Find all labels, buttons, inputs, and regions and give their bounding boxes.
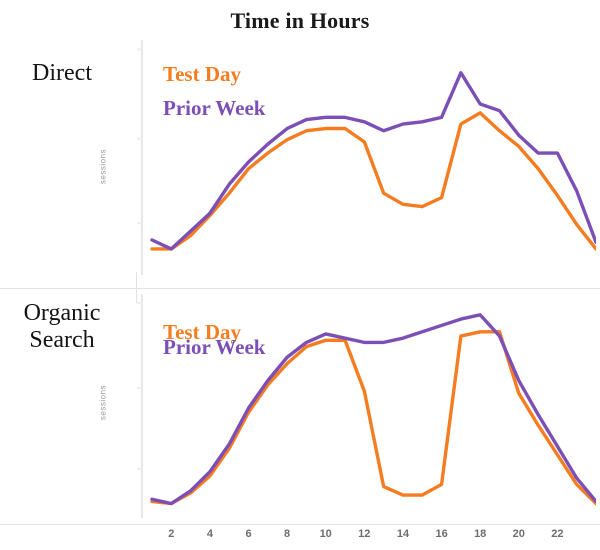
panel-divider-vertical-top [136, 272, 137, 289]
legend-direct-prior-week: Prior Week [163, 96, 266, 120]
row-label-direct-text: Direct [32, 60, 92, 86]
row-label-organic-line1: Organic [23, 300, 101, 326]
x-tick-label-12: 12 [358, 528, 371, 540]
series-line-test-day [150, 111, 596, 251]
x-tick-label-22: 22 [551, 528, 564, 540]
legend-direct-test-day: Test Day [163, 62, 241, 86]
x-tick-label-2: 2 [168, 528, 175, 540]
x-axis-tick-labels: 2 4 6 8 10 12 14 16 18 20 22 [136, 528, 596, 546]
x-tick-label-10: 10 [319, 528, 332, 540]
x-tick-label-18: 18 [474, 528, 487, 540]
x-tick-label-14: 14 [396, 528, 410, 540]
x-axis-rule [0, 524, 600, 525]
x-tick-label-4: 4 [206, 528, 213, 540]
chart-figure: Time in Hours Direct Organic Search sess… [0, 0, 600, 550]
panel-divider [0, 288, 600, 289]
x-tick-label-20: 20 [512, 528, 525, 540]
panel-divider-vertical-bottom [136, 289, 137, 303]
y-axis-label-organic: sessions [98, 384, 108, 421]
y-axis-label-direct: sessions [98, 148, 108, 185]
row-label-direct: Direct [0, 60, 124, 87]
x-tick-label-16: 16 [435, 528, 448, 540]
row-label-organic: Organic Search [0, 300, 124, 354]
x-tick-label-8: 8 [284, 528, 291, 540]
legend-organic-prior-week: Prior Week [163, 335, 266, 359]
x-tick-label-6: 6 [245, 528, 252, 540]
row-label-organic-line2: Search [29, 326, 95, 353]
page-title: Time in Hours [230, 8, 370, 33]
